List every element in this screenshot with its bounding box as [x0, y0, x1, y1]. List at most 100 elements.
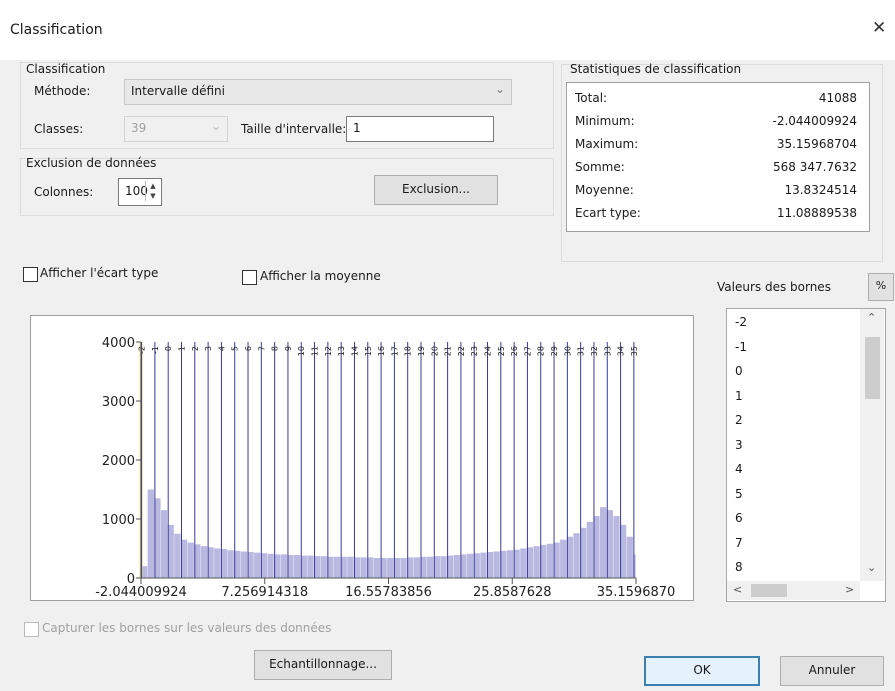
cancel-button[interactable]: Annuler	[780, 656, 884, 686]
stat-row-total: Total: 41088	[575, 91, 857, 111]
classes-dropdown[interactable]: 39 ⌄	[124, 116, 228, 142]
method-label: Méthode:	[34, 84, 91, 98]
stat-row-minimum: Minimum: -2.044009924	[575, 114, 857, 134]
histogram-bar	[147, 489, 154, 578]
close-icon[interactable]: ✕	[872, 18, 886, 38]
scroll-right-icon[interactable]: >	[845, 583, 854, 596]
classes-label: Classes:	[34, 122, 84, 136]
histogram-bar	[573, 533, 580, 578]
break-value-item[interactable]: 3	[735, 438, 743, 452]
x-tick-label: -2.044009924	[95, 585, 187, 600]
exclusion-button[interactable]: Exclusion...	[374, 175, 498, 205]
stat-value: 41088	[818, 91, 857, 105]
break-value-item[interactable]: 8	[735, 560, 743, 574]
show-std-label: Afficher l'écart type	[40, 266, 159, 280]
histogram-bar	[294, 554, 301, 578]
method-value: Intervalle défini	[131, 84, 225, 98]
break-label: 6	[244, 346, 253, 351]
statistics-panel: Total: 41088 Minimum: -2.044009924 Maximum…	[566, 82, 870, 232]
scroll-thumb[interactable]	[865, 337, 880, 399]
columns-stepper[interactable]: 100 ▲ ▼	[118, 178, 162, 206]
histogram-bar	[307, 555, 314, 578]
break-value-item[interactable]: 4	[735, 462, 743, 476]
break-label: 32	[590, 346, 599, 356]
break-value-item[interactable]: -2	[735, 315, 747, 329]
stat-value: -2.044009924	[772, 114, 858, 128]
break-value-item[interactable]: 6	[735, 511, 743, 525]
break-label: 34	[617, 346, 626, 356]
histogram-bar	[613, 516, 620, 578]
break-value-item[interactable]: 2	[735, 413, 743, 427]
histogram-bar	[453, 554, 460, 578]
histogram-bar	[427, 556, 434, 578]
break-label: 13	[337, 346, 346, 356]
break-label: 21	[444, 346, 453, 356]
stat-row-maximum: Maximum: 35.15968704	[575, 137, 857, 157]
vertical-scrollbar[interactable]: ⌃ ⌄	[860, 309, 884, 581]
show-std-checkbox[interactable]	[23, 267, 38, 282]
histogram-bar	[227, 550, 234, 578]
break-value-item[interactable]: 7	[735, 536, 743, 550]
histogram-bar	[373, 557, 381, 578]
break-labels: -2 -1 0 1 2 3 4 5 6 7 8 9 10 11 12 13 14 15 16 17 18 19 20 21 22…	[138, 346, 639, 356]
columns-label: Colonnes:	[34, 185, 94, 199]
x-tick-label: 25.8587628	[473, 585, 552, 600]
x-tick-label: 16.55783856	[345, 585, 432, 600]
break-values-list[interactable]: -2 -1 0 1 2 3 4 5 6 7 8 ⌃ ⌄ < >	[726, 308, 886, 602]
break-label: 4	[217, 346, 226, 351]
y-tick-label: 1000	[102, 513, 135, 528]
scroll-thumb-horizontal[interactable]	[751, 584, 787, 597]
interval-input[interactable]: 1	[346, 116, 494, 142]
stat-label: Total:	[575, 91, 608, 105]
scroll-up-icon[interactable]: ⌃	[867, 311, 876, 324]
break-label: 11	[311, 346, 320, 356]
histogram-bar	[347, 556, 354, 578]
break-value-item[interactable]: 0	[735, 364, 743, 378]
x-tick-label: 35.1596870	[597, 585, 676, 600]
break-value-item[interactable]: 1	[735, 389, 743, 403]
classes-value: 39	[131, 121, 147, 135]
exclusion-group-label: Exclusion de données	[26, 156, 157, 170]
scroll-down-icon[interactable]: ⌄	[867, 561, 876, 574]
snap-checkbox[interactable]	[24, 622, 39, 637]
break-value-item[interactable]: -1	[735, 340, 747, 354]
break-label: 14	[350, 346, 359, 356]
break-label: 31	[577, 346, 586, 356]
chevron-down-icon: ⌄	[210, 119, 221, 133]
x-axis: -2.044009924 7.256914318 16.55783856 25.858…	[95, 577, 676, 600]
stat-row-std: Ecart type: 11.08889538	[575, 206, 857, 226]
scroll-left-icon[interactable]: <	[733, 583, 742, 596]
histogram-bar	[387, 557, 394, 578]
histogram-chart[interactable]: -2 -1 0 1 2 3 4 5 6 7 8 9 10 11 12 13 14 15 16 17 18 19 20 21 22…	[30, 315, 694, 601]
method-dropdown[interactable]: Intervalle défini ⌄	[124, 79, 512, 105]
break-value-item[interactable]: 5	[735, 487, 743, 501]
stepper-arrows-icon[interactable]: ▲ ▼	[145, 181, 160, 201]
y-tick-label: 2000	[102, 454, 135, 469]
show-mean-checkbox[interactable]	[242, 270, 257, 285]
sampling-button[interactable]: Echantillonnage...	[254, 650, 392, 680]
histogram-bar	[533, 546, 540, 578]
histogram-bar	[240, 551, 248, 578]
break-label: 27	[523, 346, 532, 356]
stat-label: Somme:	[575, 160, 625, 174]
histogram-bars	[141, 489, 636, 578]
break-label: 9	[284, 346, 293, 351]
stat-label: Maximum:	[575, 137, 639, 151]
ok-button[interactable]: OK	[644, 656, 760, 686]
percent-button[interactable]: %	[868, 273, 894, 301]
y-axis: 40003000200010000	[102, 336, 142, 587]
chevron-down-icon: ⌄	[494, 82, 505, 96]
window-title: Classification	[10, 22, 103, 38]
break-label: 19	[417, 346, 426, 356]
horizontal-scrollbar[interactable]: < >	[727, 581, 860, 600]
break-label: 23	[470, 346, 479, 356]
histogram-bar	[546, 543, 554, 578]
break-label: 7	[257, 346, 266, 351]
break-label: 33	[603, 346, 612, 356]
stat-value: 13.8324514	[784, 183, 857, 197]
break-label: 26	[510, 346, 519, 356]
break-label: 15	[364, 346, 373, 356]
stat-label: Minimum:	[575, 114, 635, 128]
histogram-bar	[254, 552, 261, 578]
histogram-bar	[360, 557, 367, 578]
